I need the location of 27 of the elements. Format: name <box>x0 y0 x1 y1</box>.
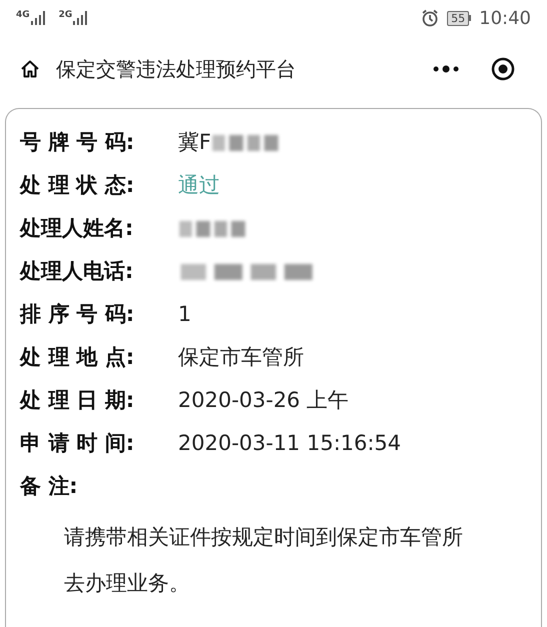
network-type: 4G <box>16 11 30 20</box>
field-label: 号 牌 号 码: <box>20 129 136 156</box>
field-value: 保定市车管所 <box>178 344 304 372</box>
field-label: 处 理 状 态: <box>20 172 136 200</box>
field-label: 排 序 号 码: <box>20 301 136 328</box>
home-icon[interactable] <box>20 59 40 79</box>
more-icon[interactable] <box>433 65 459 73</box>
field-label: 申 请 时 间: <box>20 430 136 458</box>
field-label: 处 理 日 期: <box>20 387 136 414</box>
remark-label: 备 注: <box>20 473 79 500</box>
alarm-icon <box>421 9 440 27</box>
field-label: 处 理 地 点: <box>20 344 136 372</box>
field-value: 1 <box>178 301 192 328</box>
clock-time: 10:40 <box>479 6 531 30</box>
signal-icon <box>73 11 90 25</box>
page-title: 保定交警违法处理预约平台 <box>56 56 296 83</box>
signal-icon <box>30 11 47 25</box>
status-value: 通过 <box>178 172 220 200</box>
field-label: 处理人姓名: <box>20 215 134 242</box>
field-value: 2020-03-11 15:16:54 <box>178 430 402 458</box>
field-label: 处理人电话: <box>20 258 134 286</box>
field-value: 2020-03-26 上午 <box>178 387 349 414</box>
remark-text: 请携带相关证件按规定时间到保定市车管所去办理业务。 <box>64 524 464 597</box>
network-type: 2G <box>58 11 72 20</box>
battery-indicator: 55 <box>447 10 472 26</box>
close-target-icon[interactable] <box>491 57 515 81</box>
field-value: 冀F <box>178 129 212 156</box>
